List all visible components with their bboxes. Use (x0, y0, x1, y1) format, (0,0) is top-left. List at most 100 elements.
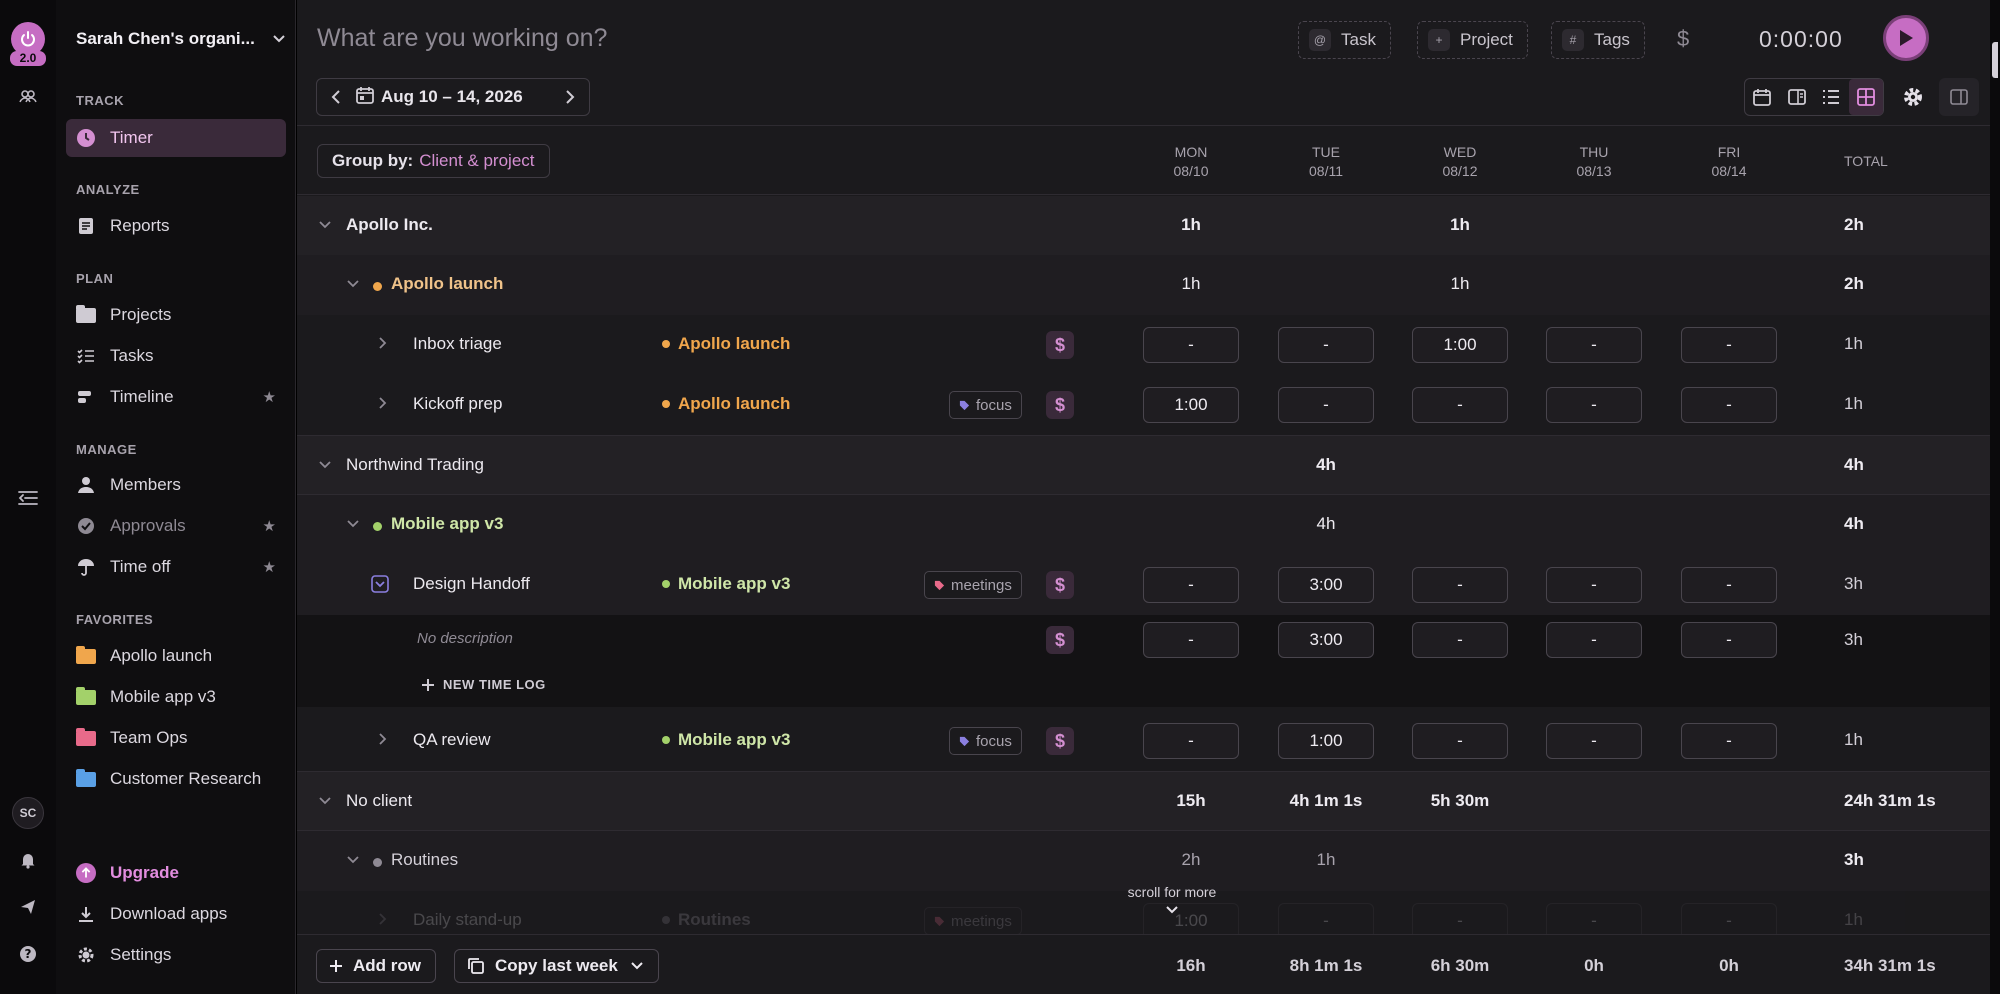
add-row-button[interactable]: Add row (316, 949, 436, 983)
tags-picker-button[interactable]: # Tags (1551, 21, 1645, 59)
timesheet-view-button[interactable] (1848, 79, 1883, 115)
billable-toggle[interactable]: $ (1046, 331, 1074, 359)
time-cell-mon[interactable]: - (1143, 327, 1239, 363)
time-cell-tue[interactable]: 3:00 (1278, 567, 1374, 603)
time-cell-thu[interactable]: - (1546, 622, 1642, 658)
split-view-button[interactable] (1780, 79, 1815, 115)
billable-toggle[interactable]: $ (1046, 626, 1074, 654)
favorite-team-ops[interactable]: Team Ops (66, 719, 286, 757)
chevron-right-icon[interactable] (375, 732, 389, 746)
time-cell-fri[interactable]: - (1681, 387, 1777, 423)
settings-link[interactable]: Settings (66, 936, 286, 974)
chevron-down-icon[interactable] (346, 516, 360, 530)
time-cell-wed[interactable]: 1:00 (1412, 327, 1508, 363)
sidebar-item-timer[interactable]: Timer (66, 119, 286, 157)
new-time-log-button[interactable]: NEW TIME LOG (421, 677, 546, 692)
chevron-right-icon[interactable] (375, 912, 389, 926)
billable-toggle[interactable]: $ (1046, 571, 1074, 599)
time-cell-tue[interactable]: 1:00 (1278, 723, 1374, 759)
billable-toggle[interactable]: $ (1046, 391, 1074, 419)
task-project-label[interactable]: Mobile app v3 (662, 730, 790, 750)
tag-badge[interactable]: meetings (924, 571, 1022, 599)
task-name[interactable]: Design Handoff (413, 574, 530, 594)
favorite-customer-research[interactable]: Customer Research (66, 760, 286, 798)
time-cell-tue[interactable]: - (1278, 327, 1374, 363)
task-name[interactable]: Daily stand-up (413, 910, 522, 930)
help-icon[interactable]: ? (10, 936, 46, 972)
time-cell-fri[interactable]: - (1681, 327, 1777, 363)
tag-badge[interactable]: meetings (924, 907, 1022, 934)
favorite-apollo-launch[interactable]: Apollo launch (66, 637, 286, 675)
client-row[interactable]: No client 15h 4h 1m 1s 5h 30m 24h 31m 1s (297, 771, 2000, 831)
time-cell-tue[interactable]: - (1278, 387, 1374, 423)
time-cell-tue[interactable]: - (1278, 903, 1374, 934)
client-row[interactable]: Apollo Inc. 1h 1h 2h (297, 196, 2000, 256)
list-view-button[interactable] (1814, 79, 1849, 115)
time-cell-fri[interactable]: - (1681, 622, 1777, 658)
task-name[interactable]: QA review (413, 730, 490, 750)
time-cell-wed[interactable]: - (1412, 622, 1508, 658)
time-cell-mon[interactable]: 1:00 (1143, 387, 1239, 423)
week-range-label[interactable]: Aug 10 – 14, 2026 (381, 87, 523, 107)
edge-tab[interactable] (1992, 42, 1998, 78)
time-cell-wed[interactable]: - (1412, 903, 1508, 934)
download-apps-link[interactable]: Download apps (66, 895, 286, 933)
billable-toggle[interactable]: $ (1046, 727, 1074, 755)
sidebar-item-members[interactable]: Members (66, 466, 286, 504)
task-name[interactable]: Kickoff prep (413, 394, 502, 414)
chevron-down-icon[interactable] (346, 852, 360, 866)
project-row[interactable]: Mobile app v3 4h 4h (297, 495, 2000, 555)
group-by-dropdown[interactable]: Group by: Client & project (317, 144, 550, 178)
favorite-mobile-app-v3[interactable]: Mobile app v3 (66, 678, 286, 716)
collapse-sidebar-icon[interactable] (10, 480, 46, 516)
time-cell-tue[interactable]: 3:00 (1278, 622, 1374, 658)
sidebar-item-projects[interactable]: Projects (66, 296, 286, 334)
copy-last-week-button[interactable]: Copy last week (454, 949, 659, 983)
time-cell-thu[interactable]: - (1546, 387, 1642, 423)
chevron-down-icon[interactable] (318, 217, 332, 231)
task-project-label[interactable]: Routines (662, 910, 751, 930)
task-project-label[interactable]: Apollo launch (662, 334, 790, 354)
avatar[interactable]: SC (12, 797, 44, 829)
time-cell-mon[interactable]: - (1143, 567, 1239, 603)
client-row[interactable]: Northwind Trading 4h 4h (297, 435, 2000, 495)
previous-week-button[interactable] (317, 79, 355, 115)
project-picker-button[interactable]: + Project (1417, 21, 1528, 59)
time-cell-mon[interactable]: - (1143, 622, 1239, 658)
start-timer-button[interactable] (1883, 15, 1929, 61)
gear-icon[interactable] (1902, 86, 1924, 113)
workspaces-icon[interactable] (10, 78, 46, 114)
tag-badge[interactable]: focus (949, 727, 1022, 755)
time-cell-wed[interactable]: - (1412, 387, 1508, 423)
collapse-task-icon[interactable] (371, 575, 389, 593)
chevron-right-icon[interactable] (375, 336, 389, 350)
sidebar-item-time-off[interactable]: Time off ★ (66, 548, 286, 586)
upgrade-button[interactable]: Upgrade (66, 854, 286, 892)
toggle-side-panel-button[interactable] (1939, 78, 1979, 116)
time-cell-thu[interactable]: - (1546, 327, 1642, 363)
time-cell-mon[interactable]: - (1143, 723, 1239, 759)
organization-switcher[interactable]: Sarah Chen's organi... (76, 26, 286, 52)
time-cell-wed[interactable]: - (1412, 567, 1508, 603)
time-cell-wed[interactable]: - (1412, 723, 1508, 759)
time-cell-fri[interactable]: - (1681, 567, 1777, 603)
sidebar-item-approvals[interactable]: Approvals ★ (66, 507, 286, 545)
scroll-hint[interactable]: scroll for more (1097, 884, 1247, 919)
entry-description[interactable]: No description (417, 630, 513, 647)
sidebar-item-reports[interactable]: Reports (66, 207, 286, 245)
next-week-button[interactable] (551, 79, 589, 115)
time-cell-thu[interactable]: - (1546, 723, 1642, 759)
send-feedback-icon[interactable] (10, 889, 46, 925)
task-name[interactable]: Inbox triage (413, 334, 502, 354)
sidebar-item-tasks[interactable]: Tasks (66, 337, 286, 375)
task-project-label[interactable]: Apollo launch (662, 394, 790, 414)
project-row[interactable]: Apollo launch 1h 1h 2h (297, 255, 2000, 315)
time-cell-thu[interactable]: - (1546, 567, 1642, 603)
time-cell-fri[interactable]: - (1681, 903, 1777, 934)
description-input[interactable]: What are you working on? (317, 24, 607, 53)
task-picker-button[interactable]: @ Task (1298, 21, 1391, 59)
notifications-bell-icon[interactable] (10, 842, 46, 878)
chevron-down-icon[interactable] (318, 457, 332, 471)
calendar-view-button[interactable] (1745, 79, 1780, 115)
tag-badge[interactable]: focus (949, 391, 1022, 419)
